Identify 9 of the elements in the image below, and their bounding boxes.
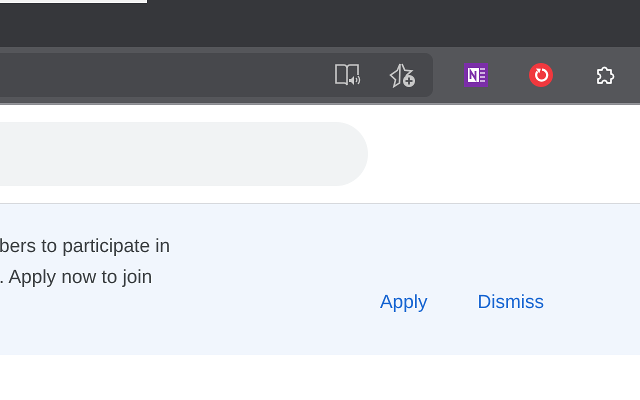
read-aloud-icon[interactable] — [335, 63, 361, 87]
notice-text: . Apply now to join — [0, 266, 152, 290]
address-bar[interactable] — [0, 53, 433, 97]
favorite-add-icon[interactable] — [389, 62, 417, 88]
refresh-icon[interactable] — [529, 63, 553, 87]
banner-button[interactable]: Apply — [370, 288, 438, 318]
notice-text: bers to participate in — [0, 235, 170, 259]
banner-button[interactable]: Dismiss — [468, 288, 554, 318]
notebook-icon[interactable] — [464, 63, 488, 87]
